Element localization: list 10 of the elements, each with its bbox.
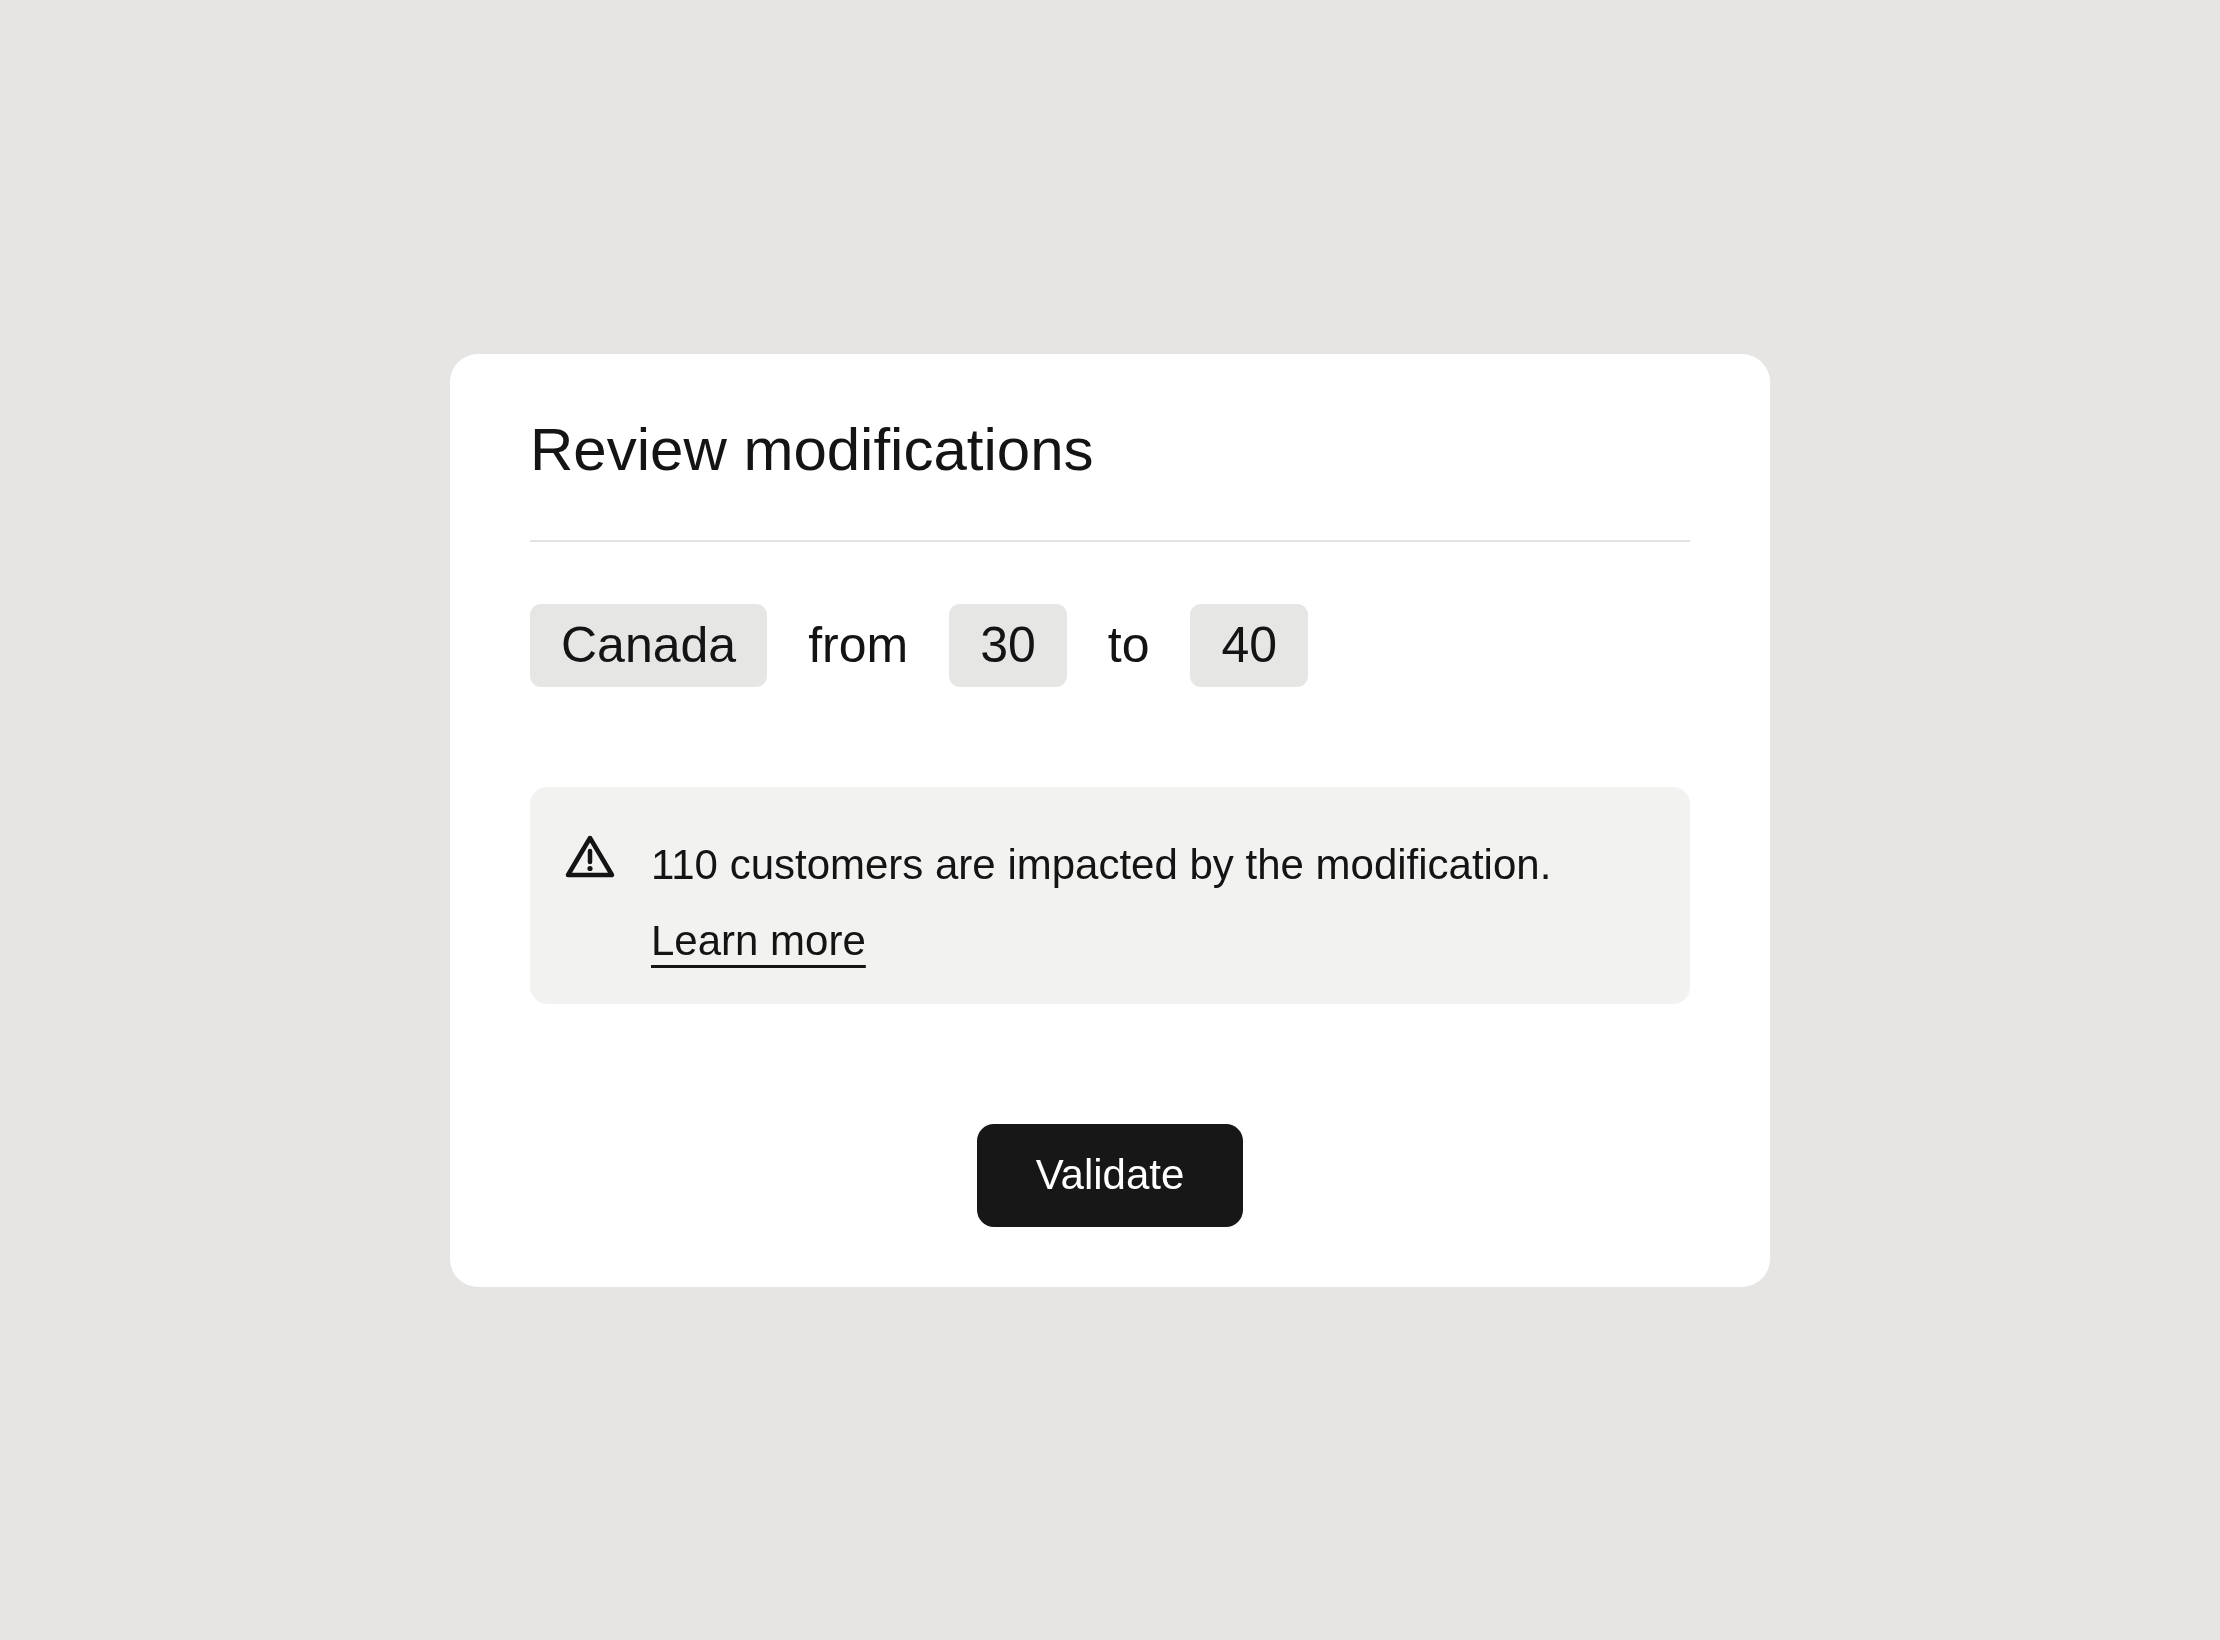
- connector-text: to: [1107, 620, 1150, 670]
- warning-icon: [564, 833, 616, 880]
- validate-button[interactable]: Validate: [976, 1123, 1244, 1227]
- connector-text: from: [808, 620, 909, 670]
- learn-more-link[interactable]: Learn more: [651, 907, 866, 974]
- value-tag: 30: [949, 603, 1067, 687]
- value-tag: 40: [1190, 603, 1309, 687]
- dialog-title: Review modifications: [530, 414, 1095, 485]
- value-tag: Canada: [530, 603, 768, 687]
- warning-message: 110 customers are impacted by the modification.: [651, 839, 1552, 890]
